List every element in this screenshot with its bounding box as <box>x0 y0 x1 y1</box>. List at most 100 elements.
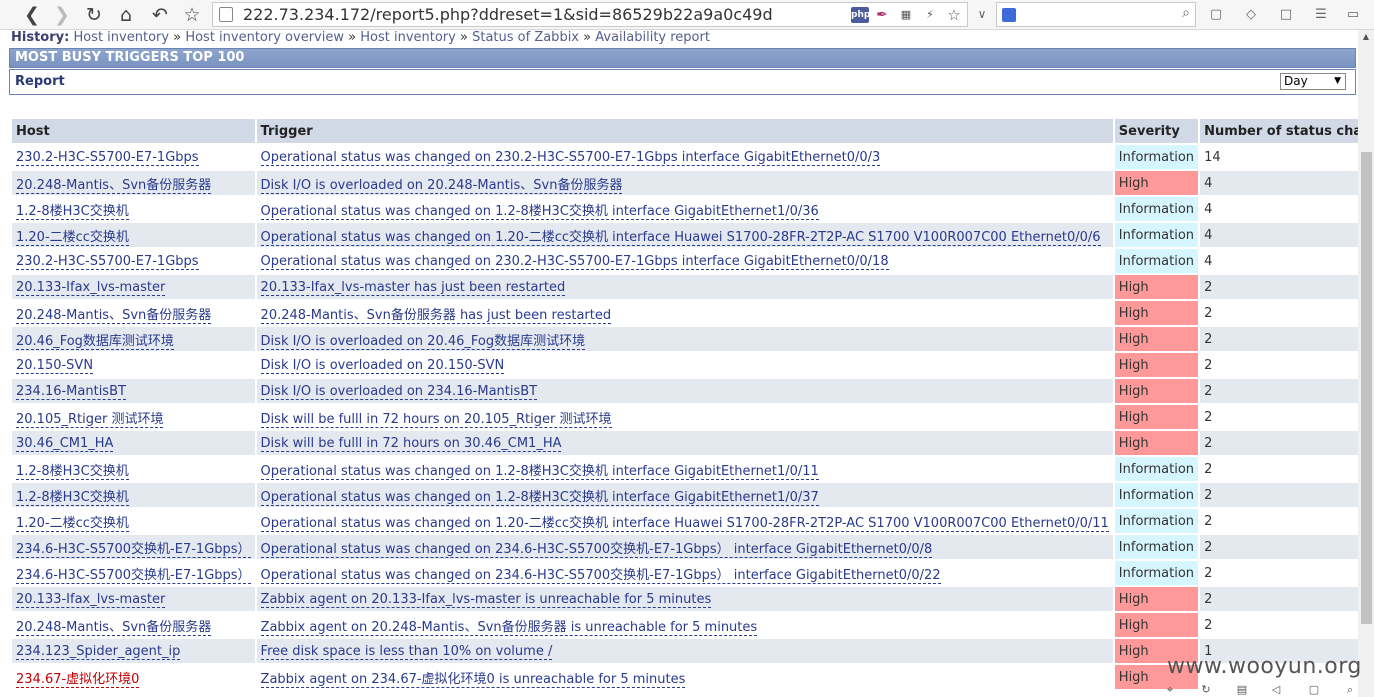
forward-icon[interactable]: ❯ <box>50 3 74 27</box>
host-link[interactable]: 30.46_CM1_HA <box>16 435 114 452</box>
qr-code-icon[interactable]: ▦ <box>897 7 915 23</box>
host-link[interactable]: 20.133-Ifax_lvs-master <box>16 591 166 608</box>
pin-icon[interactable]: ⌖ <box>1162 682 1178 697</box>
severity-badge: Information <box>1114 457 1199 481</box>
trash-icon[interactable]: ▤ <box>1234 682 1250 697</box>
severity-badge: Information <box>1114 249 1199 273</box>
address-bar[interactable]: 222.73.234.172/report5.php?ddreset=1&sid… <box>212 2 968 27</box>
trigger-link[interactable]: Disk will be fulll in 72 hours on 30.46_… <box>260 435 562 452</box>
address-dropdown-icon[interactable]: ∨ <box>972 2 992 27</box>
trigger-link[interactable]: 20.133-Ifax_lvs-master has just been res… <box>260 279 566 296</box>
trigger-link[interactable]: Free disk space is less than 10% on volu… <box>260 643 553 660</box>
vertical-scrollbar[interactable]: ▲ <box>1358 30 1374 697</box>
favorite-star-icon[interactable]: ☆ <box>945 7 963 23</box>
trigger-link[interactable]: Operational status was changed on 230.2-… <box>260 253 889 270</box>
trigger-link[interactable]: Operational status was changed on 234.6-… <box>260 541 933 558</box>
browser-toolbar: ❮ ❯ ↻ ⌂ ↶ ☆ 222.73.234.172/report5.php?d… <box>0 0 1374 30</box>
table-row: 230.2-H3C-S5700-E7-1Gbps Operational stat… <box>12 145 1358 169</box>
trigger-link[interactable]: Zabbix agent on 234.67-虚拟化环境0 is unreach… <box>260 671 686 688</box>
trigger-link[interactable]: Operational status was changed on 1.20-二… <box>260 229 1101 246</box>
column-header-host[interactable]: Host <box>12 119 255 143</box>
host-link[interactable]: 20.150-SVN <box>16 357 94 374</box>
host-link[interactable]: 234.16-MantisBT <box>16 383 126 400</box>
trigger-link[interactable]: Zabbix agent on 20.133-Ifax_lvs-master i… <box>260 591 712 608</box>
trigger-cell: Disk I/O is overloaded on 234.16-MantisB… <box>256 379 1113 403</box>
trigger-link[interactable]: Operational status was changed on 1.2-8楼… <box>260 489 819 506</box>
trigger-link[interactable]: Operational status was changed on 234.6-… <box>260 567 941 584</box>
column-header-trigger[interactable]: Trigger <box>256 119 1113 143</box>
home-icon[interactable]: ⌂ <box>114 3 138 27</box>
trigger-link[interactable]: Operational status was changed on 1.2-8楼… <box>260 463 819 480</box>
host-link[interactable]: 1.2-8楼H3C交换机 <box>16 489 129 506</box>
search-icon[interactable]: ⌕ <box>1182 5 1190 21</box>
host-link[interactable]: 20.248-Mantis、Svn备份服务器 <box>16 619 212 636</box>
host-link[interactable]: 234.6-H3C-S5700交换机-E7-1Gbps） <box>16 567 251 584</box>
back-icon[interactable]: ❮ <box>20 3 44 27</box>
column-header-status-changes[interactable]: Number of status changes <box>1200 119 1358 143</box>
host-link[interactable]: 1.2-8楼H3C交换机 <box>16 203 129 220</box>
host-link[interactable]: 1.20-二楼cc交换机 <box>16 229 129 246</box>
breadcrumb-link[interactable]: Availability report <box>595 30 710 45</box>
trigger-link[interactable]: Disk I/O is overloaded on 234.16-MantisB… <box>260 383 538 400</box>
host-link[interactable]: 20.46_Fog数据库测试环境 <box>16 333 174 350</box>
severity-badge: High <box>1114 431 1199 455</box>
page-icon <box>219 7 233 22</box>
menu-icon[interactable]: ☰ <box>1310 4 1332 26</box>
severity-badge: Information <box>1114 223 1199 247</box>
reload-icon[interactable]: ↻ <box>82 3 106 27</box>
breadcrumb-link[interactable]: Host inventory <box>360 30 456 45</box>
trigger-cell: Operational status was changed on 1.2-8楼… <box>256 483 1113 507</box>
period-select[interactable]: Day ▼ <box>1280 73 1346 90</box>
breadcrumb-link[interactable]: Host inventory overview <box>185 30 344 45</box>
host-cell: 234.123_Spider_agent_ip <box>12 639 255 663</box>
trigger-link[interactable]: Operational status was changed on 230.2-… <box>260 149 881 166</box>
scrollbar-thumb[interactable] <box>1361 152 1372 624</box>
host-link[interactable]: 20.248-Mantis、Svn备份服务器 <box>16 307 212 324</box>
search-engine-icon[interactable] <box>1002 8 1016 22</box>
extension-icon[interactable]: □ <box>1275 4 1297 26</box>
search-box[interactable]: ⌕ <box>996 2 1196 27</box>
host-link[interactable]: 20.133-Ifax_lvs-master <box>16 279 166 296</box>
status-change-count: 2 <box>1200 275 1358 299</box>
status-change-count: 14 <box>1200 145 1358 169</box>
trigger-link[interactable]: Operational status was changed on 1.2-8楼… <box>260 203 819 220</box>
trigger-link[interactable]: Operational status was changed on 1.20-二… <box>260 515 1109 532</box>
host-cell: 20.46_Fog数据库测试环境 <box>12 327 255 351</box>
lightning-icon[interactable]: ⚡ <box>921 7 939 23</box>
zoom-icon[interactable]: ⌕ <box>1342 682 1358 697</box>
host-link[interactable]: 20.105_Rtiger 测试环境 <box>16 411 164 428</box>
host-link[interactable]: 1.20-二楼cc交换机 <box>16 515 129 532</box>
host-cell: 230.2-H3C-S5700-E7-1Gbps <box>12 145 255 169</box>
refresh-icon[interactable]: ↻ <box>1198 682 1214 697</box>
php-extension-icon[interactable]: php <box>851 7 870 23</box>
bookmark-star-icon[interactable]: ☆ <box>180 3 204 27</box>
breadcrumb-link[interactable]: Status of Zabbix <box>472 30 579 45</box>
scroll-up-arrow-icon[interactable]: ▲ <box>1358 30 1374 44</box>
speaker-icon[interactable]: ◁ <box>1268 682 1284 697</box>
trigger-link[interactable]: Disk I/O is overloaded on 20.46_Fog数据库测试… <box>260 333 586 350</box>
trigger-link[interactable]: 20.248-Mantis、Svn备份服务器 has just been res… <box>260 307 612 324</box>
feather-extension-icon[interactable]: ✒ <box>873 7 891 23</box>
extension-icon[interactable]: ▢ <box>1205 4 1227 26</box>
column-header-severity[interactable]: Severity <box>1114 119 1199 143</box>
severity-badge: Information <box>1114 145 1199 169</box>
host-link[interactable]: 1.2-8楼H3C交换机 <box>16 463 129 480</box>
breadcrumb-link[interactable]: Host inventory <box>73 30 169 45</box>
host-cell: 230.2-H3C-S5700-E7-1Gbps <box>12 249 255 273</box>
address-url[interactable]: 222.73.234.172/report5.php?ddreset=1&sid… <box>243 4 773 26</box>
trigger-cell: Operational status was changed on 230.2-… <box>256 249 1113 273</box>
trigger-link[interactable]: Disk will be fulll in 72 hours on 20.105… <box>260 411 612 428</box>
window-icon[interactable]: ▢ <box>1306 682 1322 697</box>
extension-icon[interactable]: ◇ <box>1240 4 1262 26</box>
window-icon[interactable]: ▭ <box>1342 4 1364 26</box>
host-link[interactable]: 230.2-H3C-S5700-E7-1Gbps <box>16 253 199 270</box>
host-link[interactable]: 234.123_Spider_agent_ip <box>16 643 181 660</box>
host-link[interactable]: 20.248-Mantis、Svn备份服务器 <box>16 177 212 194</box>
trigger-link[interactable]: Disk I/O is overloaded on 20.248-Mantis、… <box>260 177 623 194</box>
host-link[interactable]: 230.2-H3C-S5700-E7-1Gbps <box>16 149 199 166</box>
undo-icon[interactable]: ↶ <box>148 3 172 27</box>
host-link[interactable]: 234.6-H3C-S5700交换机-E7-1Gbps） <box>16 541 251 558</box>
host-link[interactable]: 234.67-虚拟化环境0 <box>16 671 140 688</box>
trigger-link[interactable]: Disk I/O is overloaded on 20.150-SVN <box>260 357 505 374</box>
trigger-link[interactable]: Zabbix agent on 20.248-Mantis、Svn备份服务器 i… <box>260 619 758 636</box>
